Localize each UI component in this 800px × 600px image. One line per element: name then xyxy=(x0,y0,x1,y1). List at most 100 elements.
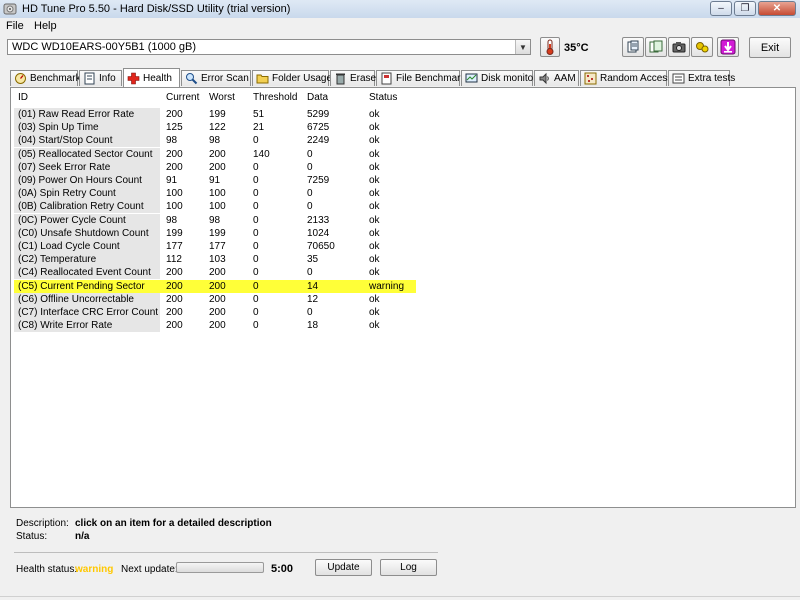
cell-current: 200 xyxy=(166,280,183,292)
tab-health[interactable]: Health xyxy=(123,68,180,87)
menu-bar: File Help xyxy=(0,18,800,34)
cell-threshold: 21 xyxy=(253,122,265,134)
cell-id: (C5) Current Pending Sector xyxy=(18,280,145,292)
table-row[interactable]: (C7) Interface CRC Error Count 200 200 0 0 ok xyxy=(14,306,416,319)
options-button[interactable] xyxy=(691,37,713,57)
column-header-threshold[interactable]: Threshold xyxy=(253,92,297,103)
table-row[interactable]: (01) Raw Read Error Rate 200 199 51 5299 ok xyxy=(14,108,416,121)
maximize-button[interactable]: ❐ xyxy=(734,1,756,16)
cell-data: 0 xyxy=(307,267,313,279)
cell-current: 98 xyxy=(166,135,178,147)
table-row[interactable]: (0B) Calibration Retry Count 100 100 0 0 ok xyxy=(14,200,416,214)
tab-info[interactable]: Info xyxy=(79,70,122,86)
cell-status: ok xyxy=(369,188,380,200)
cell-id: (C4) Reallocated Event Count xyxy=(18,267,151,279)
info-copy-button[interactable] xyxy=(622,37,644,57)
column-header-current[interactable]: Current xyxy=(166,92,199,103)
table-row[interactable]: (C5) Current Pending Sector 200 200 0 14 warn… xyxy=(14,279,416,293)
cell-status: ok xyxy=(369,148,380,160)
table-row[interactable]: (07) Seek Error Rate 200 200 0 0 ok xyxy=(14,160,416,174)
tab-aam[interactable]: AAM xyxy=(534,70,579,86)
cell-current: 200 xyxy=(166,161,183,173)
copy-button[interactable] xyxy=(645,37,667,57)
cell-current: 177 xyxy=(166,241,183,252)
next-update-progress xyxy=(176,562,264,573)
cell-worst: 122 xyxy=(209,122,226,134)
close-button[interactable]: ✕ xyxy=(758,1,796,16)
column-header-worst[interactable]: Worst xyxy=(209,92,235,103)
table-row[interactable]: (09) Power On Hours Count 91 91 0 7259 ok xyxy=(14,174,416,187)
cell-worst: 199 xyxy=(209,109,226,120)
cell-data: 7259 xyxy=(307,175,330,186)
column-header-id[interactable]: ID xyxy=(18,92,28,103)
tab-file-benchmark[interactable]: File Benchmark xyxy=(376,70,465,86)
save-button[interactable] xyxy=(717,37,739,57)
cell-current: 200 xyxy=(166,267,183,279)
table-row[interactable]: (C4) Reallocated Event Count 200 200 0 0 ok xyxy=(14,266,416,280)
folder-icon xyxy=(256,72,269,85)
tab-benchmark[interactable]: Benchmark xyxy=(10,70,81,86)
tab-folder-usage-label: Folder Usage xyxy=(272,73,333,84)
cell-current: 100 xyxy=(166,201,183,213)
cell-data: 35 xyxy=(307,254,319,266)
tab-erase[interactable]: Erase xyxy=(330,70,376,86)
screenshot-button[interactable] xyxy=(668,37,690,57)
column-header-status[interactable]: Status xyxy=(369,92,397,103)
erase-icon xyxy=(334,72,347,85)
table-row[interactable]: (C8) Write Error Rate 200 200 0 18 ok xyxy=(14,319,416,333)
tab-folder-usage[interactable]: Folder Usage xyxy=(252,70,333,86)
table-row[interactable]: (C0) Unsafe Shutdown Count 199 199 0 1024 ok xyxy=(14,226,416,240)
cell-current: 200 xyxy=(166,307,183,318)
log-button[interactable]: Log xyxy=(380,559,437,576)
minimize-button[interactable]: – xyxy=(710,1,732,16)
details-panel: Description: click on an item for a deta… xyxy=(10,512,796,594)
cell-id: (0B) Calibration Retry Count xyxy=(18,201,144,213)
table-row[interactable]: (C2) Temperature 112 103 0 35 ok xyxy=(14,253,416,267)
tab-extra-tests[interactable]: Extra tests xyxy=(668,70,735,86)
app-icon xyxy=(3,3,17,15)
tab-disk-monitor[interactable]: Disk monitor xyxy=(461,70,537,86)
tab-random-access[interactable]: Random Access xyxy=(580,70,672,86)
cell-worst: 200 xyxy=(209,307,226,318)
window-bottom-border xyxy=(0,596,800,597)
cell-current: 112 xyxy=(166,254,182,266)
cell-data: 14 xyxy=(307,280,319,292)
cell-id: (04) Start/Stop Count xyxy=(18,135,113,147)
table-row[interactable]: (C1) Load Cycle Count 177 177 0 70650 ok xyxy=(14,240,416,253)
cell-data: 0 xyxy=(307,148,313,160)
drive-select[interactable]: WDC WD10EARS-00Y5B1 (1000 gB) ▼ xyxy=(7,39,531,55)
cell-status: ok xyxy=(369,307,380,318)
cell-id: (C7) Interface CRC Error Count xyxy=(18,307,159,318)
cell-worst: 200 xyxy=(209,161,226,173)
cell-status: warning xyxy=(369,280,405,292)
cell-data: 2249 xyxy=(307,135,330,147)
cell-data: 12 xyxy=(307,293,319,305)
update-button[interactable]: Update xyxy=(315,559,372,576)
cell-status: ok xyxy=(369,254,380,266)
column-header-data[interactable]: Data xyxy=(307,92,328,103)
cell-current: 200 xyxy=(166,320,183,332)
table-row[interactable]: (0A) Spin Retry Count 100 100 0 0 ok xyxy=(14,187,416,201)
chevron-down-icon[interactable]: ▼ xyxy=(515,40,530,54)
cell-status: ok xyxy=(369,293,380,305)
table-row[interactable]: (0C) Power Cycle Count 98 98 0 2133 ok xyxy=(14,213,416,227)
cell-status: ok xyxy=(369,201,380,213)
cell-id: (0C) Power Cycle Count xyxy=(18,214,126,226)
cell-worst: 200 xyxy=(209,320,226,332)
table-row[interactable]: (05) Reallocated Sector Count 200 200 140 0 o… xyxy=(14,147,416,161)
cell-id: (C6) Offline Uncorrectable xyxy=(18,293,134,305)
random-access-icon xyxy=(584,72,597,85)
health-icon xyxy=(127,72,140,85)
exit-button[interactable]: Exit xyxy=(749,37,791,58)
cell-data: 70650 xyxy=(307,241,335,252)
tab-error-scan[interactable]: Error Scan xyxy=(181,70,251,86)
cell-threshold: 0 xyxy=(253,175,259,186)
tab-random-access-label: Random Access xyxy=(600,73,673,84)
menu-help[interactable]: Help xyxy=(34,20,57,32)
table-row[interactable]: (C6) Offline Uncorrectable 200 200 0 12 ok xyxy=(14,292,416,306)
table-row[interactable]: (04) Start/Stop Count 98 98 0 2249 ok xyxy=(14,134,416,148)
table-row[interactable]: (03) Spin Up Time 125 122 21 6725 ok xyxy=(14,121,416,135)
cell-id: (05) Reallocated Sector Count xyxy=(18,148,153,160)
status-value: n/a xyxy=(75,531,90,542)
menu-file[interactable]: File xyxy=(6,20,24,32)
